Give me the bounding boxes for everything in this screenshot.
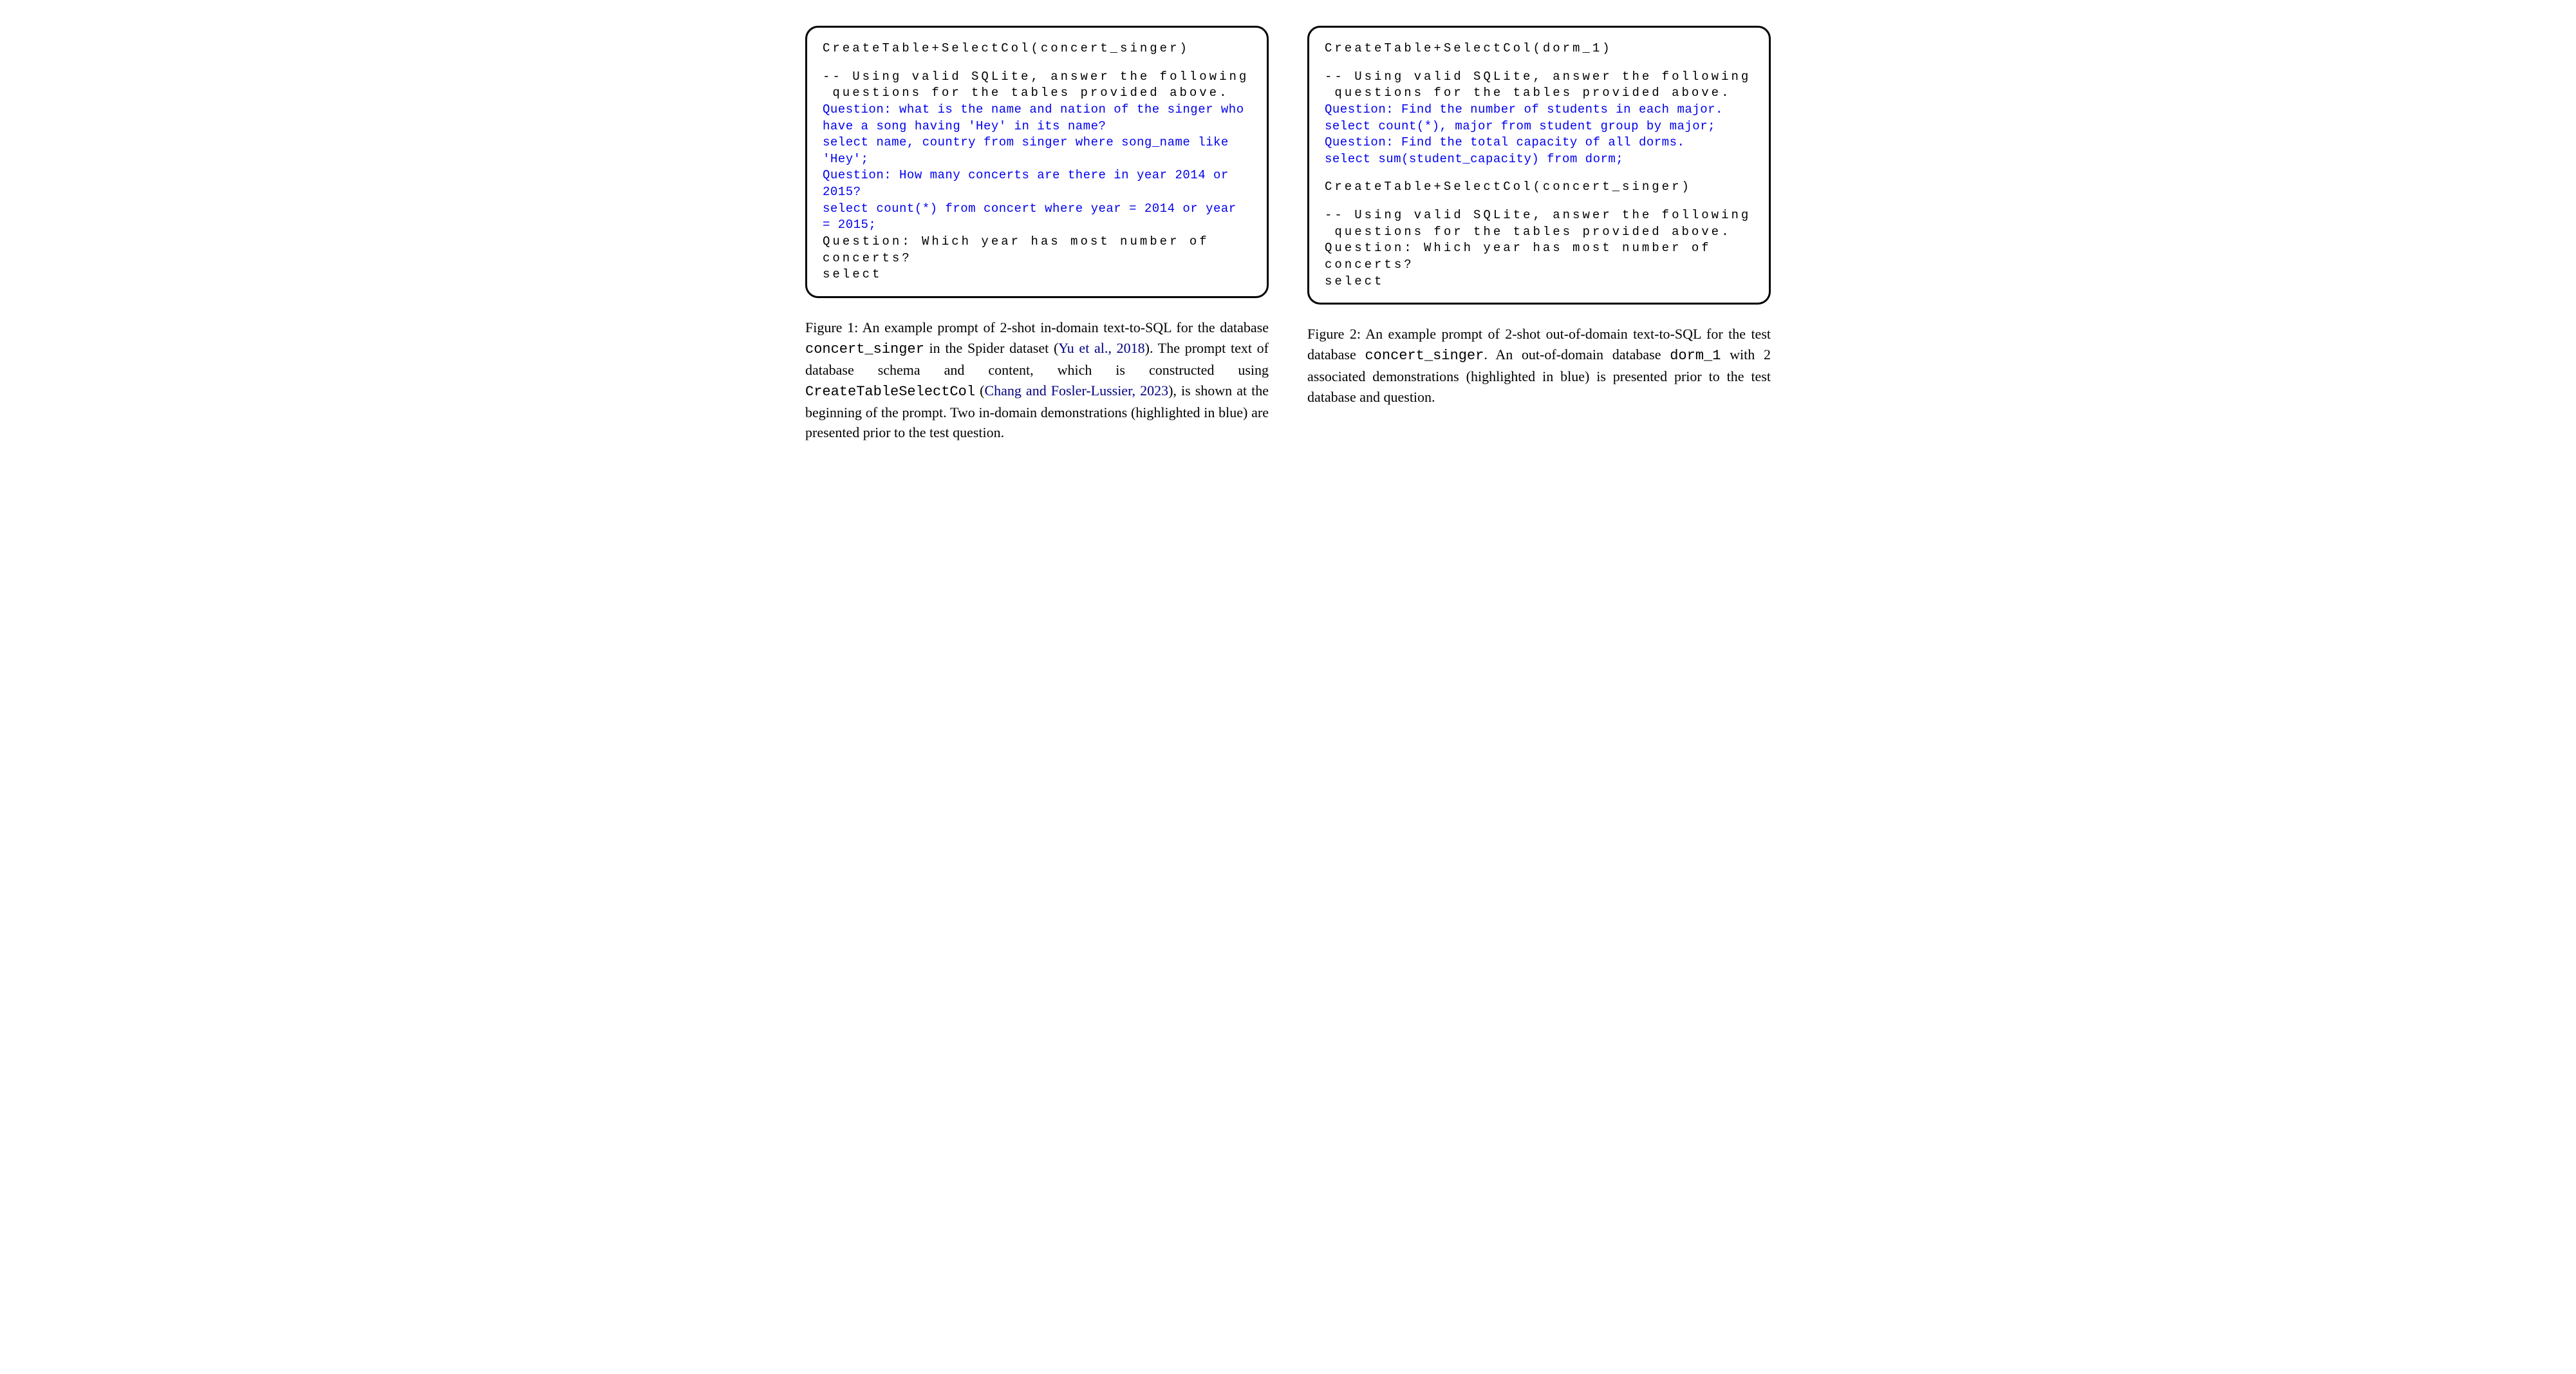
demo-question-2: Question: How many concerts are there in… [823,167,1251,200]
figure1-code-box: CreateTable+SelectCol(concert_singer) --… [805,26,1269,298]
caption-mono-1: concert_singer [1365,348,1484,364]
test-select: select [1325,274,1753,290]
demo-sql-2: select sum(student_capacity) from dorm; [1325,151,1753,168]
code-comment-4: questions for the tables provided above. [1325,224,1753,241]
code-comment-3: -- Using valid SQLite, answer the follow… [1325,207,1753,224]
code-comment-1: -- Using valid SQLite, answer the follow… [823,69,1251,86]
citation-chang: Chang and Fosler-Lussier, 2023 [984,382,1168,399]
caption-mono-2: CreateTableSelectCol [805,384,975,400]
caption-mono-1: concert_singer [805,341,924,357]
figure2-caption: Figure 2: An example prompt of 2-shot ou… [1307,324,1771,408]
code-header-concert: CreateTable+SelectCol(concert_singer) [1325,179,1753,196]
caption-text: in the Spider dataset ( [924,340,1058,356]
code-comment-1: -- Using valid SQLite, answer the follow… [1325,69,1753,86]
code-header-dorm: CreateTable+SelectCol(dorm_1) [1325,41,1753,57]
figure2-code-box: CreateTable+SelectCol(dorm_1) -- Using v… [1307,26,1771,305]
caption-mono-2: dorm_1 [1670,348,1721,364]
figure1-caption: Figure 1: An example prompt of 2-shot in… [805,317,1269,443]
right-column: CreateTable+SelectCol(dorm_1) -- Using v… [1307,26,1771,443]
demo-question-1: Question: what is the name and nation of… [823,102,1251,135]
left-column: CreateTable+SelectCol(concert_singer) --… [805,26,1269,443]
demo-sql-2: select count(*) from concert where year … [823,201,1251,234]
demo-question-2: Question: Find the total capacity of all… [1325,135,1753,151]
caption-text: . An out-of-domain database [1484,346,1670,362]
caption-text: Figure 1: An example prompt of 2-shot in… [805,319,1269,335]
code-comment-2: questions for the tables provided above. [1325,85,1753,102]
citation-yu: Yu et al., 2018 [1058,340,1144,356]
demo-sql-1: select name, country from singer where s… [823,135,1251,167]
test-question: Question: Which year has most number of … [1325,240,1753,273]
code-comment-2: questions for the tables provided above. [823,85,1251,102]
caption-text: ( [975,382,984,399]
test-question: Question: Which year has most number of … [823,234,1251,267]
code-header: CreateTable+SelectCol(concert_singer) [823,41,1251,57]
test-select: select [823,267,1251,283]
demo-sql-1: select count(*), major from student grou… [1325,118,1753,135]
demo-question-1: Question: Find the number of students in… [1325,102,1753,118]
